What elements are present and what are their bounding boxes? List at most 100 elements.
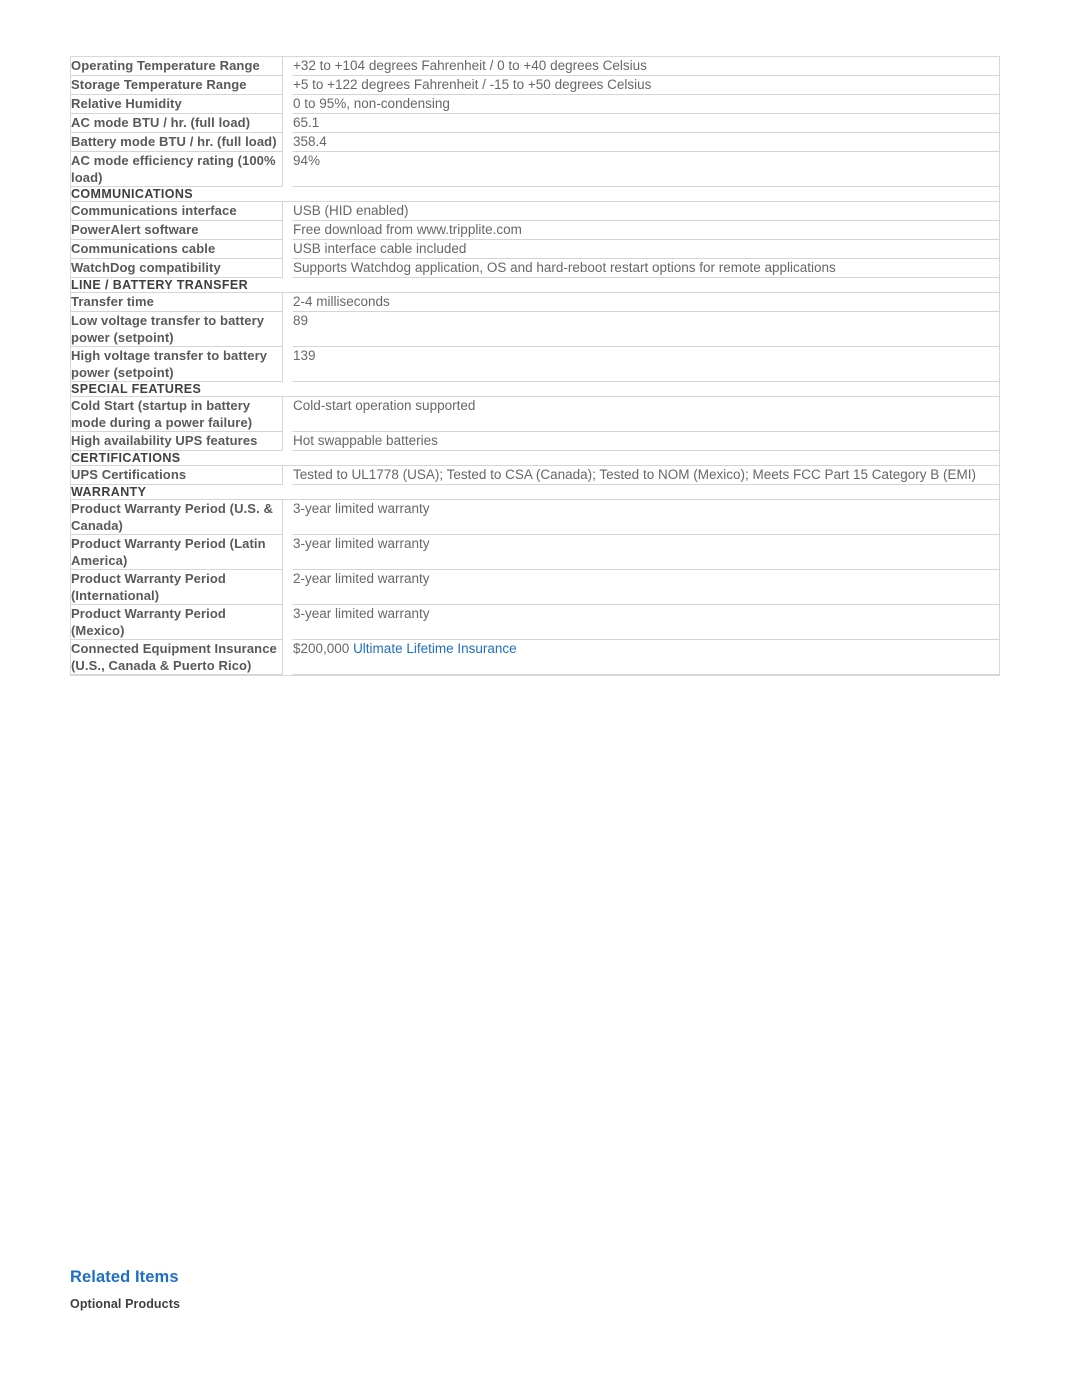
spec-value: Supports Watchdog application, OS and ha… bbox=[292, 259, 999, 278]
spec-label: WatchDog compatibility bbox=[71, 259, 283, 278]
spec-column-gutter bbox=[283, 605, 292, 640]
spec-section-title: CERTIFICATIONS bbox=[71, 451, 999, 466]
spec-section-header-row: WARRANTY bbox=[71, 485, 999, 500]
spec-value: +32 to +104 degrees Fahrenheit / 0 to +4… bbox=[292, 57, 999, 76]
spec-section-header-row: COMMUNICATIONS bbox=[71, 187, 999, 202]
spec-value: 65.1 bbox=[292, 114, 999, 133]
spec-value: 0 to 95%, non-condensing bbox=[292, 95, 999, 114]
spec-row: Transfer time 2-4 milliseconds bbox=[71, 293, 999, 312]
spec-row: Connected Equipment Insurance (U.S., Can… bbox=[71, 640, 999, 675]
spec-label: Product Warranty Period (Mexico) bbox=[71, 605, 283, 640]
spec-section-header-row: CERTIFICATIONS bbox=[71, 451, 999, 466]
spec-value: 94% bbox=[292, 152, 999, 187]
spec-row: Product Warranty Period (International) 2… bbox=[71, 570, 999, 605]
spec-row: Low voltage transfer to battery power (s… bbox=[71, 312, 999, 347]
spec-value: +5 to +122 degrees Fahrenheit / -15 to +… bbox=[292, 76, 999, 95]
spec-section-title: SPECIAL FEATURES bbox=[71, 382, 999, 397]
spec-row: AC mode BTU / hr. (full load) 65.1 bbox=[71, 114, 999, 133]
spec-column-gutter bbox=[283, 95, 292, 114]
spec-row: Storage Temperature Range +5 to +122 degr… bbox=[71, 76, 999, 95]
spec-row: PowerAlert software Free download from ww… bbox=[71, 221, 999, 240]
spec-row: Cold Start (startup in battery mode duri… bbox=[71, 397, 999, 432]
spec-value: Hot swappable batteries bbox=[292, 432, 999, 451]
spec-value: 89 bbox=[292, 312, 999, 347]
spec-value: $200,000 Ultimate Lifetime Insurance bbox=[292, 640, 999, 675]
spec-value: Tested to UL1778 (USA); Tested to CSA (C… bbox=[292, 466, 999, 485]
spec-section-title: WARRANTY bbox=[71, 485, 999, 500]
spec-column-gutter bbox=[283, 640, 292, 675]
spec-label: PowerAlert software bbox=[71, 221, 283, 240]
spec-label: Communications interface bbox=[71, 202, 283, 221]
spec-section-header-row: LINE / BATTERY TRANSFER bbox=[71, 278, 999, 293]
spec-label: AC mode BTU / hr. (full load) bbox=[71, 114, 283, 133]
related-items-section: Related Items Optional Products bbox=[70, 1268, 1000, 1311]
spec-row: Operating Temperature Range +32 to +104 d… bbox=[71, 57, 999, 76]
spec-section-title: LINE / BATTERY TRANSFER bbox=[71, 278, 999, 293]
spec-column-gutter bbox=[283, 114, 292, 133]
spec-value-text: $200,000 bbox=[293, 641, 354, 656]
spec-value: Free download from www.tripplite.com bbox=[292, 221, 999, 240]
spec-column-gutter bbox=[283, 133, 292, 152]
spec-column-gutter bbox=[283, 347, 292, 382]
spec-label: AC mode efficiency rating (100% load) bbox=[71, 152, 283, 187]
spec-column-gutter bbox=[283, 293, 292, 312]
spec-value: 2-year limited warranty bbox=[292, 570, 999, 605]
spec-section-header-row: SPECIAL FEATURES bbox=[71, 382, 999, 397]
spec-column-gutter bbox=[283, 432, 292, 451]
spec-label: Low voltage transfer to battery power (s… bbox=[71, 312, 283, 347]
spec-row: Relative Humidity 0 to 95%, non-condensin… bbox=[71, 95, 999, 114]
spec-label: Battery mode BTU / hr. (full load) bbox=[71, 133, 283, 152]
spec-column-gutter bbox=[283, 500, 292, 535]
spec-section-title: COMMUNICATIONS bbox=[71, 187, 999, 202]
spec-label: Communications cable bbox=[71, 240, 283, 259]
spec-value: 358.4 bbox=[292, 133, 999, 152]
spec-column-gutter bbox=[283, 57, 292, 76]
spec-label: Product Warranty Period (Latin America) bbox=[71, 535, 283, 570]
optional-products-label: Optional Products bbox=[70, 1297, 181, 1311]
spec-value: USB interface cable included bbox=[292, 240, 999, 259]
spec-column-gutter bbox=[283, 152, 292, 187]
spec-value: 3-year limited warranty bbox=[292, 605, 999, 640]
spec-label: Connected Equipment Insurance (U.S., Can… bbox=[71, 640, 283, 675]
spec-column-gutter bbox=[283, 535, 292, 570]
spec-row: WatchDog compatibility Supports Watchdog … bbox=[71, 259, 999, 278]
spec-row: High availability UPS features Hot swappa… bbox=[71, 432, 999, 451]
spec-row: Product Warranty Period (Latin America) 3… bbox=[71, 535, 999, 570]
spec-label: High voltage transfer to battery power (… bbox=[71, 347, 283, 382]
spec-value: Cold-start operation supported bbox=[292, 397, 999, 432]
spec-row: UPS Certifications Tested to UL1778 (USA)… bbox=[71, 466, 999, 485]
spec-column-gutter bbox=[283, 221, 292, 240]
spec-value: 3-year limited warranty bbox=[292, 500, 999, 535]
spec-row: Battery mode BTU / hr. (full load) 358.4 bbox=[71, 133, 999, 152]
spec-column-gutter bbox=[283, 259, 292, 278]
spec-label: Transfer time bbox=[71, 293, 283, 312]
spec-label: UPS Certifications bbox=[71, 466, 283, 485]
spec-column-gutter bbox=[283, 202, 292, 221]
related-items-heading[interactable]: Related Items bbox=[70, 1268, 1000, 1287]
spec-label: Relative Humidity bbox=[71, 95, 283, 114]
spec-value: 139 bbox=[292, 347, 999, 382]
spec-row: Communications cable USB interface cable … bbox=[71, 240, 999, 259]
spec-row: High voltage transfer to battery power (… bbox=[71, 347, 999, 382]
spec-label: Cold Start (startup in battery mode duri… bbox=[71, 397, 283, 432]
spec-row: AC mode efficiency rating (100% load) 94% bbox=[71, 152, 999, 187]
spec-value: 3-year limited warranty bbox=[292, 535, 999, 570]
spec-row: Product Warranty Period (Mexico) 3-year l… bbox=[71, 605, 999, 640]
specifications-table-container: Operating Temperature Range +32 to +104 d… bbox=[70, 56, 1000, 676]
specifications-table: Operating Temperature Range +32 to +104 d… bbox=[71, 57, 999, 675]
spec-column-gutter bbox=[283, 76, 292, 95]
spec-row: Product Warranty Period (U.S. & Canada) 3… bbox=[71, 500, 999, 535]
spec-label: Storage Temperature Range bbox=[71, 76, 283, 95]
spec-row: Communications interface USB (HID enabled… bbox=[71, 202, 999, 221]
spec-label: High availability UPS features bbox=[71, 432, 283, 451]
ultimate-lifetime-insurance-link[interactable]: Ultimate Lifetime Insurance bbox=[353, 641, 517, 656]
spec-value: 2-4 milliseconds bbox=[292, 293, 999, 312]
spec-label: Product Warranty Period (International) bbox=[71, 570, 283, 605]
spec-column-gutter bbox=[283, 570, 292, 605]
spec-column-gutter bbox=[283, 312, 292, 347]
spec-label: Product Warranty Period (U.S. & Canada) bbox=[71, 500, 283, 535]
spec-column-gutter bbox=[283, 397, 292, 432]
spec-label: Operating Temperature Range bbox=[71, 57, 283, 76]
spec-column-gutter bbox=[283, 240, 292, 259]
spec-value: USB (HID enabled) bbox=[292, 202, 999, 221]
